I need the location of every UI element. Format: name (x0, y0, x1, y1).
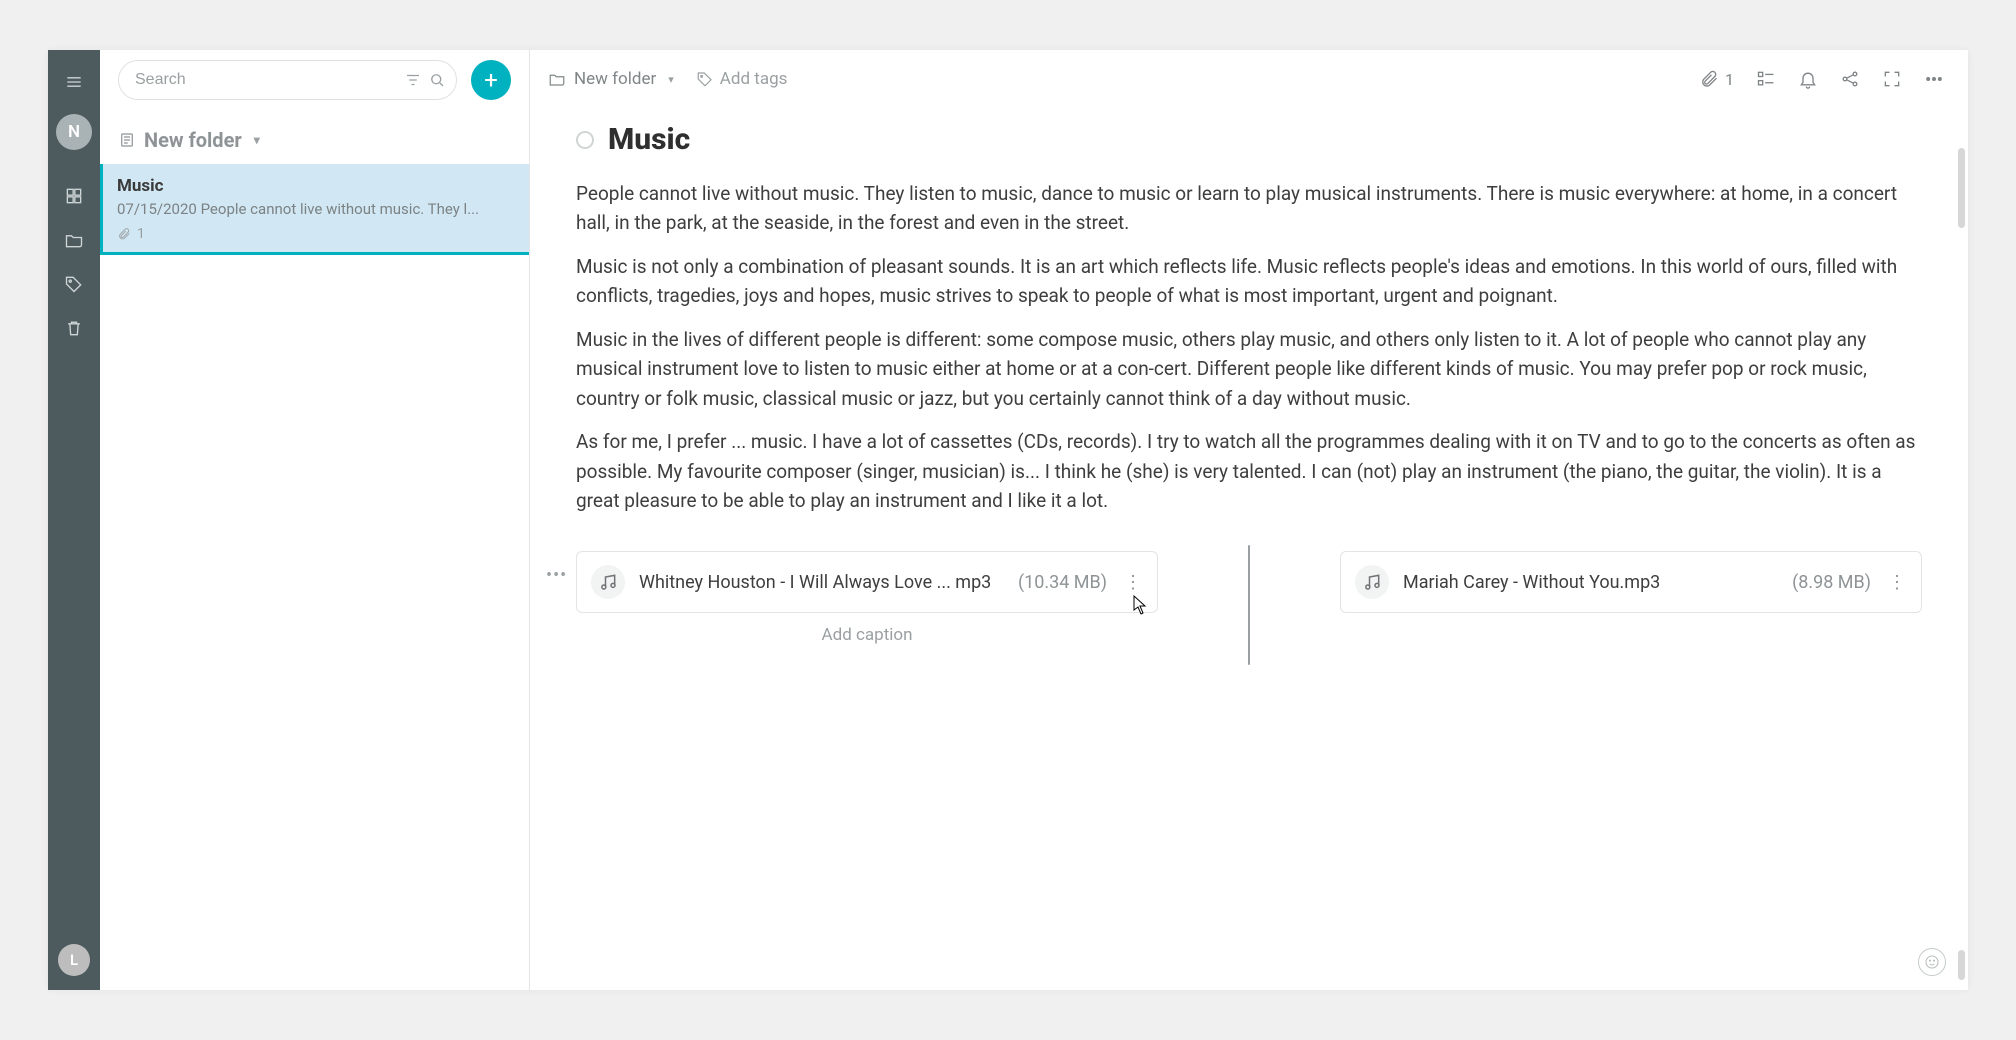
folder-breadcrumb[interactable]: New folder ▾ (100, 110, 529, 164)
attachment-column: Mariah Carey - Without You.mp3 (8.98 MB)… (1340, 551, 1922, 613)
column-divider[interactable] (1248, 545, 1250, 665)
scrollbar[interactable] (1958, 148, 1965, 228)
folder-icon (64, 230, 84, 250)
user-avatar[interactable]: L (58, 944, 90, 976)
attachment-menu-button[interactable]: ⋮ (1885, 572, 1909, 593)
content-body[interactable]: Music People cannot live without music. … (530, 108, 1968, 990)
attachments-area: ••• Whitney Houston - I Will Always Love… (576, 551, 1922, 665)
folder-label: New folder (144, 128, 242, 152)
attachment-card[interactable]: Whitney Houston - I Will Always Love ...… (576, 551, 1158, 613)
attachments-button[interactable]: 1 (1699, 69, 1734, 89)
more-horizontal-icon (1924, 69, 1944, 89)
tag-icon (64, 274, 84, 294)
left-rail: N L (48, 50, 100, 990)
more-button[interactable] (1924, 69, 1944, 89)
attachment-filename: Mariah Carey - Without You.mp3 (1403, 572, 1772, 593)
hamburger-menu-button[interactable] (56, 64, 92, 100)
search-input[interactable] (135, 71, 398, 89)
task-toggle-circle[interactable] (576, 131, 594, 149)
plus-icon: + (484, 66, 498, 94)
attachment-filename: Whitney Houston - I Will Always Love ...… (639, 572, 998, 593)
note-icon (118, 131, 136, 149)
expand-icon (1882, 69, 1902, 89)
note-paragraph[interactable]: As for me, I prefer ... music. I have a … (576, 427, 1922, 515)
share-icon (1840, 69, 1860, 89)
content-panel: New folder ▾ Add tags 1 (530, 50, 1968, 990)
note-title-row: Music (576, 122, 1922, 157)
reminders-button[interactable] (1798, 69, 1818, 89)
hamburger-icon (64, 72, 84, 92)
note-list-item[interactable]: Music 07/15/2020 People cannot live with… (100, 164, 529, 255)
attachment-filesize: (10.34 MB) (1018, 572, 1107, 593)
content-top-actions: 1 (1699, 69, 1944, 89)
note-paragraph[interactable]: People cannot live without music. They l… (576, 179, 1922, 238)
attachment-card[interactable]: Mariah Carey - Without You.mp3 (8.98 MB)… (1340, 551, 1922, 613)
attachment-filesize: (8.98 MB) (1792, 572, 1871, 593)
checklist-icon (1756, 69, 1776, 89)
rail-dashboard-button[interactable] (56, 178, 92, 214)
workspace-avatar[interactable]: N (56, 114, 92, 150)
attachment-column: Whitney Houston - I Will Always Love ...… (576, 551, 1158, 645)
paperclip-icon (117, 227, 131, 241)
search-field-wrap[interactable] (118, 60, 457, 100)
new-note-button[interactable]: + (471, 60, 511, 100)
content-breadcrumb[interactable]: New folder ▾ (548, 69, 674, 89)
scrollbar[interactable] (1958, 950, 1965, 980)
expand-button[interactable] (1882, 69, 1902, 89)
note-item-preview: 07/15/2020 People cannot live without mu… (117, 200, 515, 218)
add-tags-button[interactable]: Add tags (696, 69, 788, 89)
content-toolbar: New folder ▾ Add tags 1 (530, 50, 1968, 108)
chevron-down-icon: ▾ (254, 133, 260, 147)
note-item-attachment-meta: 1 (117, 226, 515, 242)
tag-icon (696, 70, 714, 88)
attachment-menu-button[interactable]: ⋮ (1121, 572, 1145, 593)
chevron-down-icon: ▾ (668, 73, 674, 86)
note-title[interactable]: Music (608, 122, 690, 157)
note-paragraph[interactable]: Music in the lives of different people i… (576, 325, 1922, 413)
list-panel-toolbar: + (100, 50, 529, 110)
music-file-icon (1355, 565, 1389, 599)
trash-icon (64, 318, 84, 338)
paperclip-icon (1699, 69, 1719, 89)
search-icon[interactable] (428, 71, 446, 89)
note-item-title: Music (117, 176, 515, 196)
share-button[interactable] (1840, 69, 1860, 89)
grid-icon (64, 186, 84, 206)
bell-icon (1798, 69, 1818, 89)
note-paragraph[interactable]: Music is not only a combination of pleas… (576, 252, 1922, 311)
rail-tags-button[interactable] (56, 266, 92, 302)
emoji-button[interactable] (1918, 948, 1946, 976)
folder-icon (548, 70, 566, 88)
rail-trash-button[interactable] (56, 310, 92, 346)
music-file-icon (591, 565, 625, 599)
block-handle[interactable]: ••• (546, 565, 567, 586)
app-frame: N L + New folder (48, 50, 1968, 990)
add-caption-button[interactable]: Add caption (576, 625, 1158, 645)
notes-list-panel: + New folder ▾ Music 07/15/2020 People c… (100, 50, 530, 990)
filter-icon[interactable] (404, 71, 422, 89)
checklist-button[interactable] (1756, 69, 1776, 89)
rail-folders-button[interactable] (56, 222, 92, 258)
smiley-icon (1924, 954, 1940, 970)
